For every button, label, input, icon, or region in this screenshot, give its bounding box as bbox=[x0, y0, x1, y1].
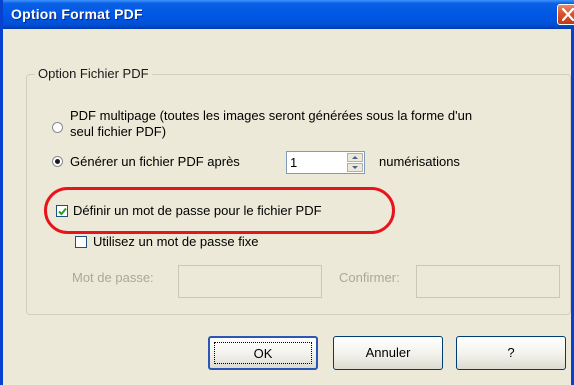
cancel-button[interactable]: Annuler bbox=[333, 336, 443, 370]
focus-rectangle bbox=[214, 342, 312, 364]
window-title: Option Format PDF bbox=[11, 6, 143, 22]
multipage-label-line1: PDF multipage (toutes les images seront … bbox=[70, 108, 473, 123]
scan-count-value[interactable]: 1 bbox=[290, 155, 297, 170]
ok-button[interactable]: OK bbox=[208, 336, 318, 370]
multipage-label-line2: seul fichier PDF) bbox=[70, 124, 167, 139]
radio-multipage[interactable] bbox=[52, 122, 63, 133]
close-icon bbox=[562, 8, 574, 21]
close-button[interactable] bbox=[557, 4, 574, 25]
password-label: Mot de passe: bbox=[72, 270, 154, 285]
help-button[interactable]: ? bbox=[456, 336, 566, 370]
fixed-password-label: Utilisez un mot de passe fixe bbox=[93, 234, 259, 249]
annotation-highlight-ellipse bbox=[44, 187, 395, 234]
arrow-up-icon bbox=[352, 156, 358, 159]
confirm-password-field[interactable] bbox=[416, 265, 560, 298]
radio-generate-after[interactable] bbox=[52, 156, 63, 167]
scans-suffix-label: numérisations bbox=[379, 154, 460, 169]
arrow-down-icon bbox=[352, 166, 358, 169]
radio-selected-dot bbox=[55, 159, 60, 164]
cancel-button-label: Annuler bbox=[365, 345, 411, 360]
stepper-down-button[interactable] bbox=[347, 163, 363, 172]
generate-after-label: Générer un fichier PDF après bbox=[70, 154, 240, 169]
fixed-password-checkbox[interactable] bbox=[75, 236, 87, 248]
confirm-label: Confirmer: bbox=[339, 270, 400, 285]
password-field[interactable] bbox=[178, 265, 322, 298]
dialog-window: Option Format PDF Option Fichier PDF PDF… bbox=[0, 0, 574, 385]
help-button-label: ? bbox=[507, 345, 515, 360]
scan-count-stepper[interactable]: 1 bbox=[286, 151, 365, 174]
title-bar[interactable]: Option Format PDF bbox=[3, 0, 574, 29]
group-label: Option Fichier PDF bbox=[35, 66, 152, 81]
stepper-buttons bbox=[347, 153, 363, 172]
stepper-up-button[interactable] bbox=[347, 153, 363, 162]
